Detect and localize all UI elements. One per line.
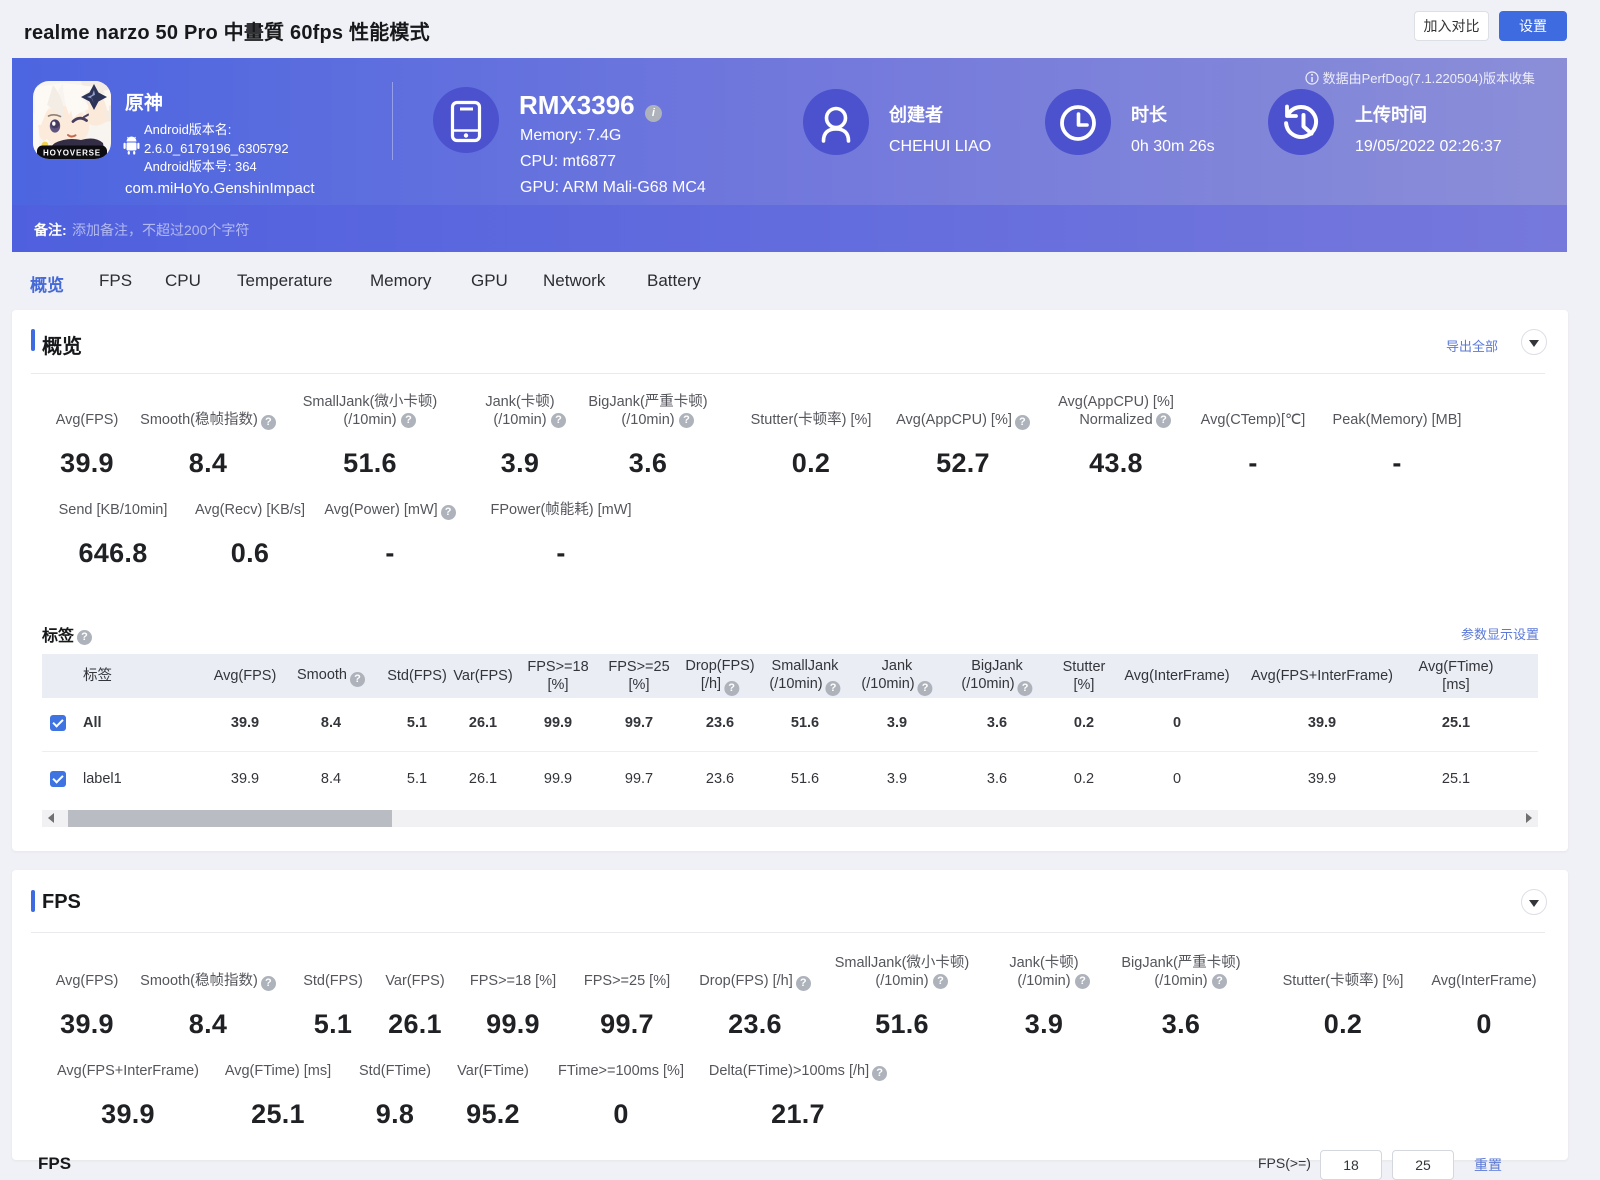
svg-text:HOYOVERSE: HOYOVERSE: [43, 149, 101, 158]
